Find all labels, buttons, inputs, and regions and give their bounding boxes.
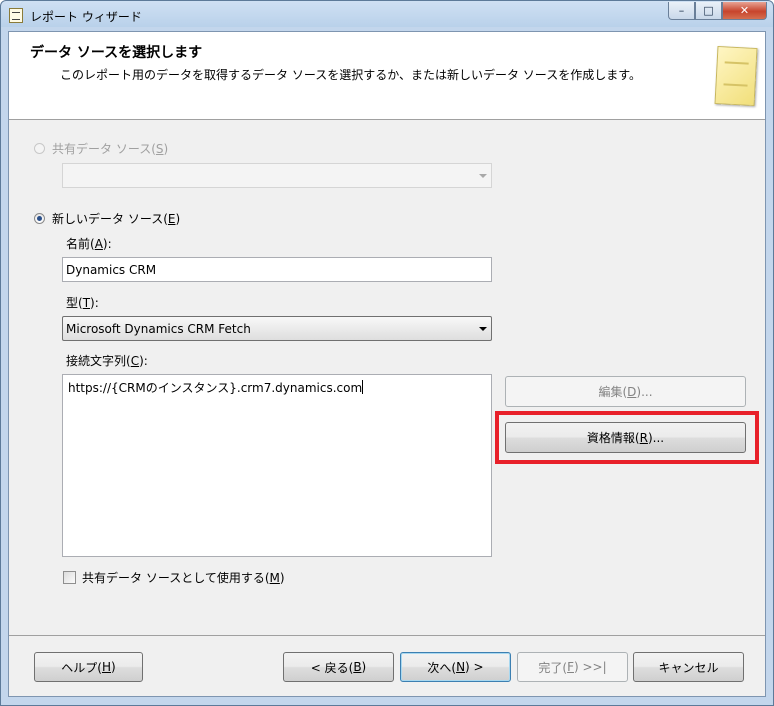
minimize-button[interactable]: – <box>668 2 695 20</box>
connection-string-label: 接続文字列(C): <box>66 354 148 368</box>
connection-string-field[interactable]: https://{CRMのインスタンス}.crm7.dynamics.com <box>62 374 492 557</box>
finish-button[interactable]: 完了(F) >>| <box>517 652 628 682</box>
caption-buttons: – □ ✕ <box>668 2 767 21</box>
cancel-button[interactable]: キャンセル <box>633 652 744 682</box>
dialog-client-area: データ ソースを選択します このレポート用のデータを取得するデータ ソースを選択… <box>8 31 766 697</box>
title-bar[interactable]: レポート ウィザード – □ ✕ <box>1 1 773 31</box>
back-button[interactable]: < 戻る(B) <box>283 652 394 682</box>
type-label: 型(T): <box>66 296 99 310</box>
name-field[interactable]: Dynamics CRM <box>62 257 492 282</box>
next-button[interactable]: 次へ(N) > <box>400 652 511 682</box>
window-title: レポート ウィザード <box>30 10 142 24</box>
text-caret <box>362 380 364 394</box>
use-as-shared-label: 共有データ ソースとして使用する(M) <box>82 571 285 585</box>
shared-source-dropdown[interactable] <box>62 163 492 188</box>
footer-divider <box>9 635 765 636</box>
page-title: データ ソースを選択します <box>30 45 203 61</box>
help-button[interactable]: ヘルプ(H) <box>34 652 143 682</box>
report-document-icon <box>714 45 758 107</box>
close-button[interactable]: ✕ <box>722 2 767 20</box>
edit-button[interactable]: 編集(D)... <box>505 376 746 407</box>
new-source-radio[interactable] <box>34 213 45 224</box>
maximize-button[interactable]: □ <box>695 2 722 20</box>
chevron-down-icon <box>479 174 487 178</box>
wizard-header: データ ソースを選択します このレポート用のデータを取得するデータ ソースを選択… <box>9 32 765 120</box>
shared-source-radio[interactable] <box>34 143 45 154</box>
shared-source-label: 共有データ ソース(S) <box>52 142 169 156</box>
report-wizard-window: レポート ウィザード – □ ✕ データ ソースを選択します このレポート用のデ… <box>0 0 774 706</box>
new-source-label: 新しいデータ ソース(E) <box>52 212 181 226</box>
chevron-down-icon <box>479 327 487 331</box>
report-wizard-app-icon <box>9 8 23 23</box>
credentials-highlight-box <box>495 411 759 464</box>
use-as-shared-checkbox[interactable] <box>63 571 76 584</box>
page-description: このレポート用のデータを取得するデータ ソースを選択するか、または新しいデータ … <box>60 68 641 82</box>
type-dropdown[interactable]: Microsoft Dynamics CRM Fetch <box>62 316 492 341</box>
name-label: 名前(A): <box>66 237 112 251</box>
